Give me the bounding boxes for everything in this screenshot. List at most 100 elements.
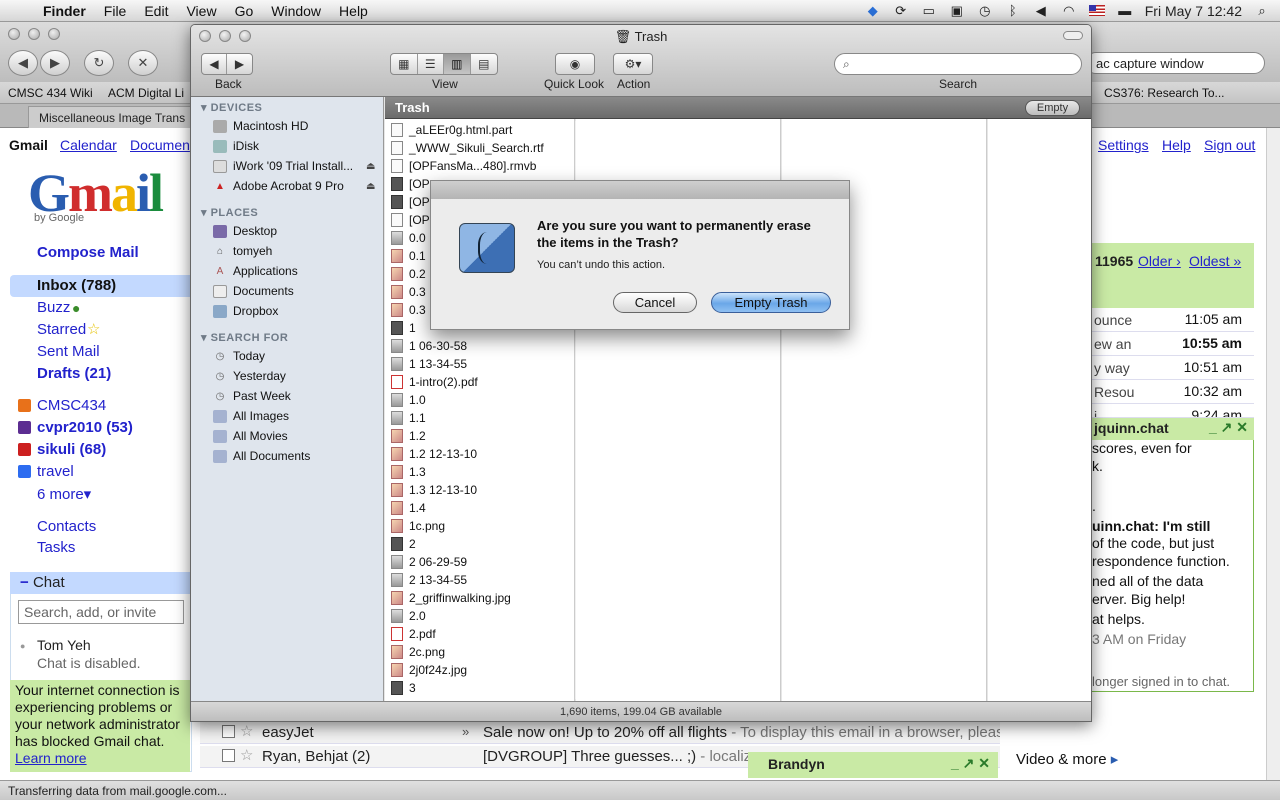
chat-window-controls-icon[interactable]: _ ↗ ✕ xyxy=(951,755,990,772)
column-view-icon[interactable]: ▥ xyxy=(444,54,471,74)
star-icon[interactable]: ☆ xyxy=(240,722,253,740)
close-window-button[interactable] xyxy=(8,28,20,40)
sent-mail-link[interactable]: Sent Mail xyxy=(37,343,100,360)
table-row[interactable]: ounce 11:05 am xyxy=(1088,308,1254,332)
sidebar-item-macintosh-hd[interactable]: Macintosh HD xyxy=(213,119,308,133)
file-item[interactable]: 1 13-34-55 xyxy=(391,355,467,373)
sidebar-item-dropbox[interactable]: Dropbox xyxy=(213,304,278,318)
toolbar-toggle-button[interactable] xyxy=(1063,31,1083,40)
file-item[interactable]: 1.2 12-13-10 xyxy=(391,445,477,463)
file-item[interactable]: 2j0f24z.jpg xyxy=(391,661,467,679)
chat-brandyn[interactable]: Brandyn _ ↗ ✕ xyxy=(748,752,998,778)
file-item[interactable]: 1c.png xyxy=(391,517,445,535)
empty-button[interactable]: Empty xyxy=(1025,100,1080,116)
file-item[interactable]: 1 06-30-58 xyxy=(391,337,467,355)
display-icon[interactable]: ▣ xyxy=(949,3,965,18)
sidebar-item-acrobat[interactable]: ▲ Adobe Acrobat 9 Pro xyxy=(213,179,344,193)
file-item[interactable]: 3 xyxy=(391,679,416,697)
sidebar-item-today[interactable]: ◷ Today xyxy=(213,349,265,363)
time-machine-icon[interactable]: ◷ xyxy=(977,3,993,18)
label-link[interactable]: cvpr2010 (53) xyxy=(37,419,133,436)
bluetooth-icon[interactable]: ᛒ xyxy=(1005,3,1021,18)
learn-more-link[interactable]: Learn more xyxy=(15,750,87,766)
spotlight-icon[interactable]: ⌕ xyxy=(1254,3,1270,18)
star-icon[interactable]: ☆ xyxy=(240,746,253,764)
file-item[interactable]: [OPFansMa...480].rmvb xyxy=(391,157,536,175)
battery-menu-icon[interactable]: ▭ xyxy=(921,3,937,18)
back-icon[interactable]: ◀ xyxy=(202,54,227,74)
file-item[interactable]: 1.3 12-13-10 xyxy=(391,481,477,499)
oldest-link[interactable]: Oldest » xyxy=(1189,253,1241,269)
sidebar-item-yesterday[interactable]: ◷ Yesterday xyxy=(213,369,286,383)
calendar-link[interactable]: Calendar xyxy=(60,137,117,153)
buzz-link[interactable]: Buzz xyxy=(37,299,70,316)
volume-icon[interactable]: ◀ xyxy=(1033,3,1049,18)
eject-icon[interactable]: ⏏ xyxy=(366,181,375,192)
wifi-icon[interactable]: ◠ xyxy=(1061,3,1077,18)
menu-help[interactable]: Help xyxy=(330,3,377,19)
settings-link[interactable]: Settings xyxy=(1098,137,1149,153)
collapse-icon[interactable]: − xyxy=(20,574,33,591)
file-item[interactable]: 2 13-34-55 xyxy=(391,571,467,589)
page-scrollbar[interactable] xyxy=(1266,128,1280,780)
chat-user-name[interactable]: Tom Yeh xyxy=(37,637,91,653)
file-item[interactable]: [OP xyxy=(391,211,430,229)
finder-search-input[interactable]: ⌕ xyxy=(834,53,1082,75)
list-view-icon[interactable]: ☰ xyxy=(418,54,444,74)
dropbox-icon[interactable]: ◆ xyxy=(865,3,881,18)
sidebar-item-all-images[interactable]: All Images xyxy=(213,409,289,423)
zoom-window-button[interactable] xyxy=(48,28,60,40)
bookmark-item[interactable]: CS376: Research To... xyxy=(1104,86,1225,100)
more-labels-link[interactable]: 6 more▾ xyxy=(37,485,91,503)
chat-window-controls-icon[interactable]: _ ↗ ✕ xyxy=(1209,419,1248,436)
browser-tab[interactable]: Miscellaneous Image Trans xyxy=(28,106,192,128)
input-flag-icon[interactable] xyxy=(1088,5,1105,16)
table-row[interactable]: i ... 9:24 am xyxy=(1088,404,1254,418)
sync-icon[interactable]: ⟳ xyxy=(893,3,909,18)
chat-header[interactable]: − Chat xyxy=(10,572,192,594)
file-item[interactable]: 0.2 xyxy=(391,265,426,283)
file-item[interactable]: 0.3 xyxy=(391,283,426,301)
compose-mail-link[interactable]: Compose Mail xyxy=(37,244,139,261)
sidebar-item-applications[interactable]: A Applications xyxy=(213,264,298,278)
bookmark-item[interactable]: CMSC 434 Wiki xyxy=(8,86,93,100)
menu-app-finder[interactable]: Finder xyxy=(34,3,95,19)
file-item[interactable]: 2.0 xyxy=(391,607,426,625)
battery-icon[interactable]: ▬ xyxy=(1117,3,1133,18)
file-item[interactable]: [OP xyxy=(391,175,430,193)
file-column[interactable] xyxy=(988,119,1091,701)
file-item[interactable]: 0.1 xyxy=(391,247,426,265)
action-button[interactable]: ⚙▾ xyxy=(613,53,653,75)
icon-view-icon[interactable]: ▦ xyxy=(391,54,418,74)
file-item[interactable]: 1 xyxy=(391,319,416,337)
file-item[interactable]: 2c.png xyxy=(391,643,445,661)
forward-icon[interactable]: ▶ xyxy=(227,54,252,74)
file-item[interactable]: _WWW_Sikuli_Search.rtf xyxy=(391,139,544,157)
menu-go[interactable]: Go xyxy=(226,3,263,19)
minimize-window-button[interactable] xyxy=(28,28,40,40)
menu-clock[interactable]: Fri May 7 12:42 xyxy=(1145,3,1242,19)
signout-link[interactable]: Sign out xyxy=(1204,137,1255,153)
sidebar-item-idisk[interactable]: iDisk xyxy=(213,139,259,153)
video-more-link[interactable]: Video & more ▸ xyxy=(1016,750,1118,768)
table-row[interactable]: ew an 10:55 am xyxy=(1088,332,1254,356)
chat-window-header[interactable]: jquinn.chat _ ↗ ✕ xyxy=(1088,418,1254,440)
sidebar-item-all-documents[interactable]: All Documents xyxy=(213,449,310,463)
file-item[interactable]: 2 06-29-59 xyxy=(391,553,467,571)
sidebar-item-desktop[interactable]: Desktop xyxy=(213,224,277,238)
contacts-link[interactable]: Contacts xyxy=(37,518,96,535)
eject-icon[interactable]: ⏏ xyxy=(366,161,375,172)
sidebar-item-past-week[interactable]: ◷ Past Week xyxy=(213,389,291,403)
stop-icon[interactable]: ✕ xyxy=(128,50,158,76)
help-link[interactable]: Help xyxy=(1162,137,1191,153)
sidebar-item-iwork[interactable]: iWork '09 Trial Install... xyxy=(213,159,353,173)
checkbox[interactable] xyxy=(222,725,235,738)
browser-back-icon[interactable]: ◀ xyxy=(8,50,38,76)
coverflow-view-icon[interactable]: ▤ xyxy=(471,54,497,74)
empty-trash-button[interactable]: Empty Trash xyxy=(711,292,831,313)
file-item[interactable]: 1.3 xyxy=(391,463,426,481)
menu-window[interactable]: Window xyxy=(262,3,330,19)
table-row[interactable]: y way 10:51 am xyxy=(1088,356,1254,380)
table-row[interactable]: ☆ easyJet » Sale now on! Up to 20% off a… xyxy=(200,722,1000,744)
file-item[interactable]: 1.0 xyxy=(391,391,426,409)
